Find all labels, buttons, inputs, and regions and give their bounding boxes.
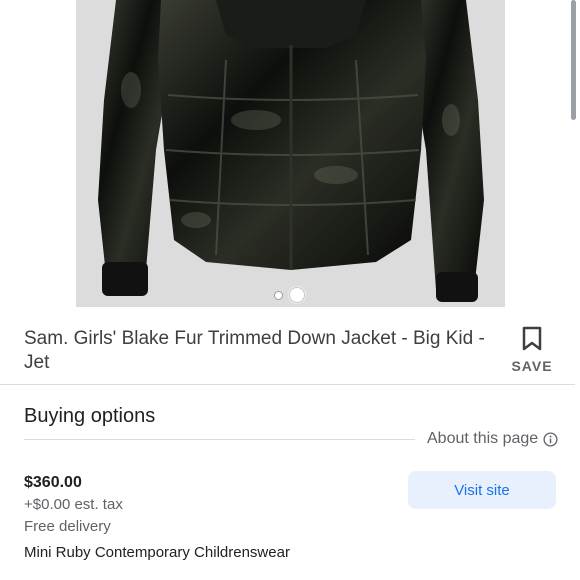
carousel-indicator[interactable]	[274, 287, 305, 303]
save-button[interactable]: SAVE	[509, 326, 555, 376]
carousel-dot[interactable]	[274, 290, 283, 300]
product-image[interactable]	[76, 0, 505, 307]
carousel-dot-active[interactable]	[289, 287, 305, 303]
info-icon	[543, 431, 558, 447]
about-this-page-label: About this page	[427, 430, 539, 447]
scrollbar[interactable]	[571, 0, 576, 120]
offer-delivery: Free delivery	[24, 518, 111, 535]
save-label: SAVE	[511, 358, 553, 374]
bookmark-icon	[522, 326, 542, 351]
offer-tax: +$0.00 est. tax	[24, 496, 123, 513]
buying-options-heading: Buying options	[24, 405, 156, 427]
heading-underline	[24, 439, 415, 440]
visit-site-button[interactable]: Visit site	[408, 471, 556, 509]
seller-name[interactable]: Mini Ruby Contemporary Childrenswear	[24, 544, 290, 561]
product-title: Sam. Girls' Blake Fur Trimmed Down Jacke…	[24, 328, 485, 373]
about-this-page-link[interactable]: About this page	[427, 430, 558, 448]
section-divider	[0, 384, 575, 385]
offer-price: $360.00	[24, 474, 82, 491]
jacket-illustration	[76, 0, 505, 307]
